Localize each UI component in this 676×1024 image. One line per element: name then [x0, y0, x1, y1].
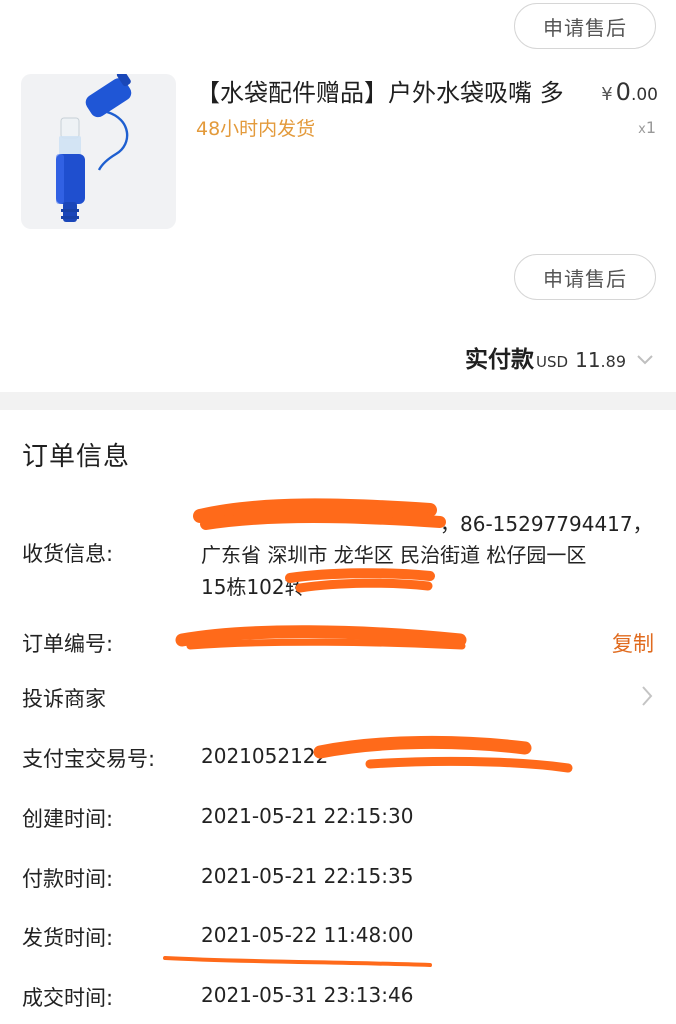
- closed-time-value: 2021-05-31 23:13:46: [201, 983, 414, 1007]
- qty-prefix: x: [638, 122, 646, 137]
- after-sale-button[interactable]: 申请售后: [514, 254, 656, 300]
- price-decimal: .00: [630, 85, 658, 105]
- alipay-trade-label: 支付宝交易号:: [22, 747, 156, 771]
- receiver-address-detail: 15栋102转: [201, 575, 305, 599]
- order-item-card: 申请售后 【水袋配件赠品】户外水袋吸嘴 多 48小时内发货 ¥0.00 x1 申…: [0, 0, 676, 392]
- created-time-label: 创建时间:: [22, 807, 114, 831]
- total-amount-dec: .89: [600, 352, 626, 371]
- shipped-time-value: 2021-05-22 11:48:00: [201, 923, 414, 947]
- price-currency: ¥: [601, 84, 613, 105]
- shipping-promise: 48小时内发货: [196, 118, 316, 140]
- complain-merchant-link[interactable]: 投诉商家: [22, 683, 106, 713]
- total-paid[interactable]: 实付款 USD 11.89: [465, 340, 654, 374]
- receiver-address: 广东省 深圳市 龙华区 民治街道 松仔园一区: [201, 543, 587, 567]
- copy-order-number-button[interactable]: 复制: [612, 628, 654, 658]
- chevron-down-icon[interactable]: [636, 353, 654, 367]
- receiver-label: 收货信息:: [22, 542, 114, 566]
- alipay-trade-number: 2021052122: [201, 744, 329, 768]
- total-currency: USD: [536, 353, 569, 371]
- shipped-time-label: 发货时间:: [22, 926, 114, 950]
- closed-time-label: 成交时间:: [22, 986, 114, 1010]
- product-quantity: x1: [638, 118, 656, 137]
- after-sale-button-top[interactable]: 申请售后: [514, 3, 656, 49]
- paid-time-value: 2021-05-21 22:15:35: [201, 864, 414, 888]
- paid-time-label: 付款时间:: [22, 867, 114, 891]
- bite-valve-image: [56, 74, 132, 222]
- qty-value: 1: [645, 118, 656, 137]
- receiver-phone: ，86-15297794417，: [440, 512, 653, 536]
- price-integer: 0: [615, 78, 631, 106]
- product-price: ¥0.00: [601, 78, 658, 106]
- chevron-right-icon[interactable]: [640, 684, 654, 708]
- total-amount-int: 11: [575, 348, 601, 372]
- product-thumbnail[interactable]: [21, 74, 176, 229]
- order-number-label: 订单编号:: [22, 632, 114, 656]
- product-title[interactable]: 【水袋配件赠品】户外水袋吸嘴 多: [196, 76, 596, 110]
- total-label: 实付款: [465, 347, 535, 373]
- created-time-value: 2021-05-21 22:15:30: [201, 804, 414, 828]
- order-info-title: 订单信息: [22, 442, 131, 472]
